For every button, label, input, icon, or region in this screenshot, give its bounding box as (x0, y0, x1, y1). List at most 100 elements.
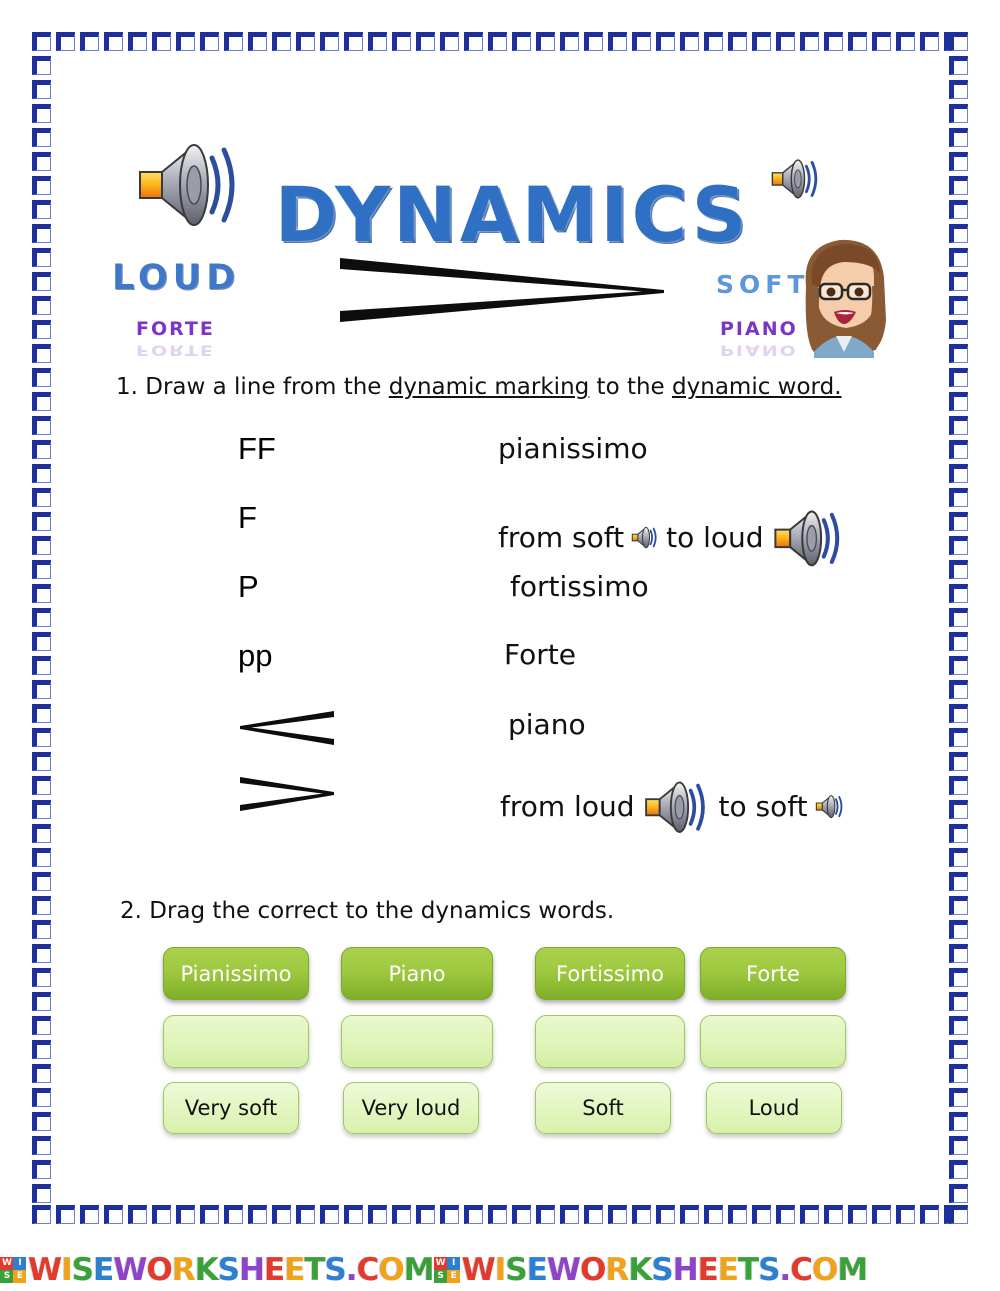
speaker-icon-large (641, 772, 713, 840)
dropzone-2[interactable] (341, 1015, 493, 1068)
border-square (32, 632, 51, 651)
speaker-icon-large (770, 500, 848, 574)
dropzone-1[interactable] (163, 1015, 309, 1068)
watermark-letter: C (356, 1251, 380, 1288)
watermark-letter: . (779, 1251, 792, 1288)
dropzone-3[interactable] (535, 1015, 685, 1068)
border-square (584, 1205, 603, 1224)
speaker-icon-small (768, 152, 824, 204)
border-square (368, 1205, 387, 1224)
border-square (949, 1040, 968, 1059)
term-fortissimo[interactable]: Fortissimo (535, 947, 685, 1000)
watermark-letter: R (171, 1251, 196, 1288)
marking-p[interactable]: P (238, 569, 259, 605)
watermark-letter: E (717, 1251, 739, 1288)
border-square (680, 1205, 699, 1224)
border-square (752, 1205, 771, 1224)
border-square (512, 1205, 531, 1224)
watermark-letter: I (494, 1251, 507, 1288)
border-square (949, 920, 968, 939)
word-forte-label: Forte (504, 638, 576, 671)
term-piano[interactable]: Piano (341, 947, 493, 1000)
word-piano[interactable]: piano (508, 708, 586, 741)
instruction-1-underline-2: dynamic word. (672, 374, 842, 400)
border-square (32, 584, 51, 603)
watermark-letter: H (239, 1251, 265, 1288)
border-square (32, 1160, 51, 1179)
forte-label: FORTE (136, 318, 215, 340)
watermark-letter: K (194, 1251, 219, 1288)
border-square (200, 1205, 219, 1224)
border-square (488, 1205, 507, 1224)
border-square (800, 1205, 819, 1224)
border-square (949, 848, 968, 867)
marking-f[interactable]: F (238, 500, 257, 536)
watermark-letter: S (758, 1251, 780, 1288)
border-square (32, 1040, 51, 1059)
term-forte[interactable]: Forte (700, 947, 846, 1000)
border-square (949, 776, 968, 795)
border-square (152, 1205, 171, 1224)
watermark-letter: S (324, 1251, 347, 1288)
border-square (656, 1205, 675, 1224)
border-square (632, 1205, 651, 1224)
border-square (949, 992, 968, 1011)
watermark-letter: E (93, 1251, 114, 1288)
watermark-letter: O (812, 1251, 838, 1288)
answer-very-soft[interactable]: Very soft (163, 1082, 299, 1134)
border-square (824, 1205, 843, 1224)
answer-very-loud[interactable]: Very loud (343, 1082, 479, 1134)
border-square (536, 1205, 555, 1224)
term-pianissimo[interactable]: Pianissimo (163, 947, 309, 1000)
marking-ff[interactable]: FF (238, 431, 276, 467)
watermark-letter: O (146, 1251, 172, 1288)
word-fortissimo[interactable]: fortissimo (510, 570, 649, 603)
border-square (776, 1205, 795, 1224)
border-square (32, 800, 51, 819)
watermark-letter: M (837, 1251, 868, 1288)
decrescendo-hairpin (338, 250, 668, 334)
border-square (32, 776, 51, 795)
border-square (949, 488, 968, 507)
watermark-letter: T (304, 1251, 325, 1288)
answer-loud[interactable]: Loud (706, 1082, 842, 1134)
word-forte[interactable]: Forte (504, 638, 576, 671)
word-from-soft-to-loud[interactable]: from soft to loud (498, 500, 848, 574)
speaker-icon-small (814, 791, 846, 821)
word-from-loud-to-soft[interactable]: from loud to soft (500, 772, 846, 840)
border-square (920, 1205, 939, 1224)
border-square (32, 1136, 51, 1155)
watermark-letter: E (284, 1251, 305, 1288)
answer-soft[interactable]: Soft (535, 1082, 671, 1134)
border-square (949, 536, 968, 555)
border-square (949, 752, 968, 771)
dropzone-4[interactable] (700, 1015, 846, 1068)
border-square (104, 1205, 123, 1224)
word-from-loud-label: from loud (500, 789, 635, 823)
border-square (949, 512, 968, 531)
border-square (949, 968, 968, 987)
wise-badge-icon: WISE (433, 1256, 460, 1283)
border-square (32, 440, 51, 459)
border-square (949, 1184, 968, 1203)
marking-pp[interactable]: pp (238, 638, 272, 674)
marking-crescendo-hairpin[interactable] (238, 709, 336, 751)
border-square (32, 1064, 51, 1083)
word-piano-label: piano (508, 708, 586, 741)
border-square (949, 392, 968, 411)
border-square (56, 1205, 75, 1224)
border-square (32, 704, 51, 723)
watermark-logo: WISEWISEWORKSHEETS.COM (0, 1251, 435, 1288)
border-square (32, 464, 51, 483)
border-square (949, 1160, 968, 1179)
speaker-icon (132, 128, 248, 238)
watermark-letter: M (403, 1251, 435, 1288)
watermark-letter: . (345, 1251, 358, 1288)
border-square (32, 608, 51, 627)
marking-decrescendo-hairpin[interactable] (238, 775, 336, 817)
border-square (949, 1112, 968, 1131)
word-pianissimo[interactable]: pianissimo (498, 432, 648, 465)
watermark-letter: S (651, 1251, 673, 1288)
border-square (32, 1088, 51, 1107)
border-square (344, 1205, 363, 1224)
